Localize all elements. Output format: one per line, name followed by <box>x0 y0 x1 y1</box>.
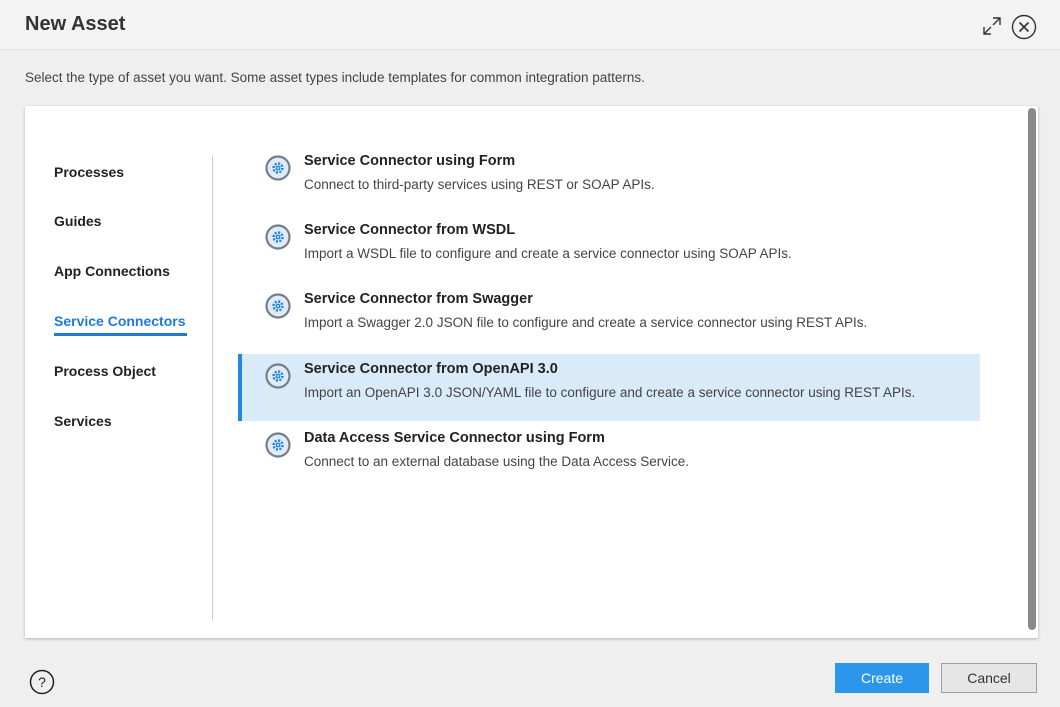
nav-item-service-connectors[interactable]: Service Connectors <box>54 313 187 336</box>
svg-text:?: ? <box>38 674 46 690</box>
nav-item-guides[interactable]: Guides <box>54 213 101 229</box>
nav-item-label: Processes <box>54 164 125 180</box>
option-data-access-connector-form[interactable]: Data Access Service Connector using Form… <box>238 423 980 490</box>
nav-item-processes[interactable]: Processes <box>54 164 124 180</box>
help-icon[interactable]: ? <box>29 669 55 695</box>
gear-icon <box>265 432 291 458</box>
gear-icon <box>265 224 291 250</box>
cancel-button[interactable]: Cancel <box>941 663 1037 693</box>
gear-icon <box>265 293 291 319</box>
nav-item-label: Service Connectors <box>54 313 186 329</box>
option-title: Service Connector from OpenAPI 3.0 <box>304 361 558 377</box>
option-title: Service Connector from WSDL <box>304 222 516 238</box>
nav-item-label: App Connections <box>54 263 170 279</box>
option-description: Connect to third-party services using RE… <box>304 177 655 192</box>
option-service-connector-openapi[interactable]: Service Connector from OpenAPI 3.0 Impor… <box>238 354 980 421</box>
dialog-title: New Asset <box>25 13 126 35</box>
dialog-subtitle: Select the type of asset you want. Some … <box>25 70 645 85</box>
option-description: Connect to an external database using th… <box>304 454 689 469</box>
option-description: Import a Swagger 2.0 JSON file to config… <box>304 315 868 330</box>
nav-item-app-connections[interactable]: App Connections <box>54 263 170 279</box>
option-title: Service Connector from Swagger <box>304 291 533 307</box>
option-service-connector-form[interactable]: Service Connector using Form Connect to … <box>238 146 980 213</box>
create-button[interactable]: Create <box>835 663 929 693</box>
gear-icon <box>265 155 291 181</box>
nav-divider <box>212 156 213 620</box>
option-description: Import a WSDL file to configure and crea… <box>304 246 792 261</box>
expand-icon[interactable] <box>980 14 1004 38</box>
close-icon[interactable] <box>1011 14 1037 40</box>
option-title: Data Access Service Connector using Form <box>304 430 605 446</box>
option-service-connector-swagger[interactable]: Service Connector from Swagger Import a … <box>238 284 980 351</box>
nav-item-process-object[interactable]: Process Object <box>54 363 156 379</box>
gear-icon <box>265 363 291 389</box>
dialog-header: New Asset <box>0 0 1060 50</box>
nav-item-label: Guides <box>54 213 102 229</box>
nav-item-label: Process Object <box>54 363 156 379</box>
asset-panel: Processes Guides App Connections Service… <box>25 106 1038 638</box>
nav-item-label: Services <box>54 413 112 429</box>
scrollbar-thumb[interactable] <box>1028 108 1036 630</box>
dialog-body: Select the type of asset you want. Some … <box>0 50 1060 707</box>
panel-scrollbar[interactable] <box>1026 106 1038 638</box>
nav-item-services[interactable]: Services <box>54 413 112 429</box>
active-nav-underline <box>54 333 187 336</box>
option-description: Import an OpenAPI 3.0 JSON/YAML file to … <box>304 385 916 400</box>
option-title: Service Connector using Form <box>304 153 516 169</box>
option-service-connector-wsdl[interactable]: Service Connector from WSDL Import a WSD… <box>238 215 980 282</box>
